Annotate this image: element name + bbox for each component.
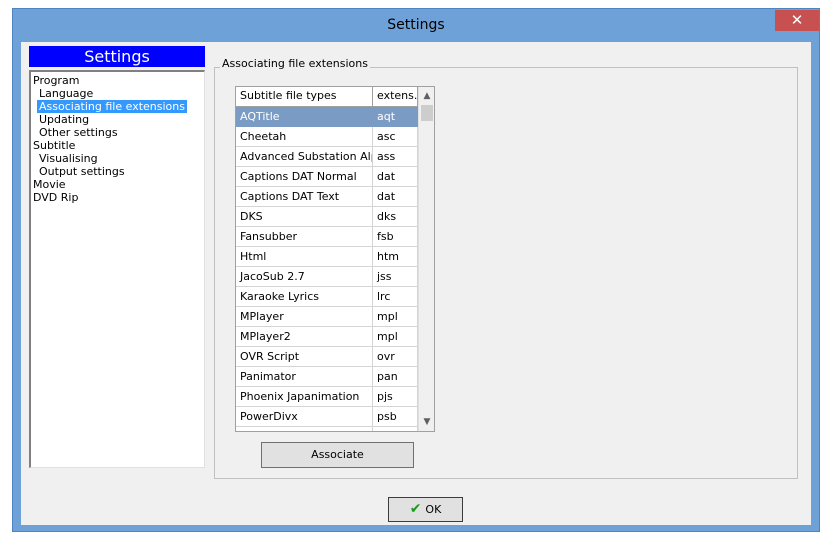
associate-button[interactable]: Associate <box>261 442 414 468</box>
check-icon: ✔ <box>409 501 422 517</box>
table-row[interactable]: Html htm <box>236 247 418 267</box>
extension-cell: fsb <box>373 227 418 247</box>
extension-cell: ass <box>373 147 418 167</box>
table-row[interactable]: OVR Script ovr <box>236 347 418 367</box>
tree-item[interactable]: Output settings <box>37 165 127 178</box>
scroll-thumb[interactable] <box>421 105 433 121</box>
file-type-cell: Advanced Substation Alpha <box>236 147 373 167</box>
table-row[interactable]: JacoSub 2.7 jss <box>236 267 418 287</box>
extension-cell: asc <box>373 127 418 147</box>
file-type-cell: Fansubber <box>236 227 373 247</box>
title-bar[interactable]: Settings ✕ <box>13 9 819 42</box>
file-type-cell: JacoSub 2.7 <box>236 267 373 287</box>
extension-cell: dat <box>373 187 418 207</box>
dialog-client-area: Settings Program Language Associating file… <box>21 42 811 525</box>
grid-header: Subtitle file types extens. <box>236 87 418 107</box>
table-row[interactable]: PowerDivx psb <box>236 407 418 427</box>
tree-item[interactable]: Movie <box>31 178 68 191</box>
extension-cell: psb <box>373 407 418 427</box>
extension-cell: htm <box>373 247 418 267</box>
file-type-cell: Html <box>236 247 373 267</box>
tree-item[interactable]: DVD Rip <box>31 191 80 204</box>
close-icon: ✕ <box>790 11 804 29</box>
table-row[interactable]: Fansubber fsb <box>236 227 418 247</box>
table-row[interactable]: MPlayer2 mpl <box>236 327 418 347</box>
table-row[interactable]: Captions DAT Normal dat <box>236 167 418 187</box>
extension-cell: ovr <box>373 347 418 367</box>
file-type-cell: RealTime <box>236 427 373 431</box>
table-row[interactable]: Panimator pan <box>236 367 418 387</box>
extension-cell: dat <box>373 167 418 187</box>
extension-cell: pan <box>373 367 418 387</box>
file-type-cell: Captions DAT Normal <box>236 167 373 187</box>
table-row[interactable]: Cheetah asc <box>236 127 418 147</box>
file-type-cell: Karaoke Lyrics <box>236 287 373 307</box>
file-type-cell: MPlayer <box>236 307 373 327</box>
table-row[interactable]: Advanced Substation Alphaass <box>236 147 418 167</box>
tree-item[interactable]: Program <box>31 74 81 87</box>
file-type-cell: DKS <box>236 207 373 227</box>
close-button[interactable]: ✕ <box>775 10 819 31</box>
extension-cell: lrc <box>373 287 418 307</box>
extension-cell: mpl <box>373 307 418 327</box>
tree-item[interactable]: Updating <box>37 113 91 126</box>
file-type-cell: Captions DAT Text <box>236 187 373 207</box>
file-type-cell: AQTitle <box>236 107 373 127</box>
column-header-extension[interactable]: extens. <box>373 87 418 107</box>
table-row[interactable]: Karaoke Lyrics lrc <box>236 287 418 307</box>
table-row[interactable]: RealTimert <box>236 427 418 431</box>
ok-button-label: OK <box>425 503 442 516</box>
tree-item[interactable]: Other settings <box>37 126 120 139</box>
table-row[interactable]: MPlayer mpl <box>236 307 418 327</box>
extension-cell: dks <box>373 207 418 227</box>
scroll-down-icon[interactable]: ▼ <box>419 414 434 430</box>
vertical-scrollbar[interactable]: ▲ ▼ <box>418 87 434 431</box>
file-type-cell: Phoenix Japanimation <box>236 387 373 407</box>
extension-cell: mpl <box>373 327 418 347</box>
extension-cell: aqt <box>373 107 418 127</box>
file-type-cell: MPlayer2 <box>236 327 373 347</box>
settings-window: Settings ✕ Settings Program Language Assoc… <box>12 8 820 532</box>
tree-item[interactable]: Subtitle <box>31 139 77 152</box>
ok-button[interactable]: ✔ OK <box>388 497 463 522</box>
file-type-cell: PowerDivx <box>236 407 373 427</box>
tree-item[interactable]: Visualising <box>37 152 100 165</box>
file-types-grid[interactable]: Subtitle file types extens. AQTitle aqt Ch… <box>235 86 435 432</box>
settings-tree[interactable]: Program Language Associating file extensio… <box>29 70 205 468</box>
grid-rows: AQTitle aqt Cheetah asc Advanced Substation … <box>236 107 418 431</box>
scroll-up-icon[interactable]: ▲ <box>419 88 434 104</box>
table-row[interactable]: Captions DAT Text dat <box>236 187 418 207</box>
column-header-file-types[interactable]: Subtitle file types <box>236 87 373 107</box>
group-label: Associating file extensions <box>220 57 370 70</box>
file-type-cell: OVR Script <box>236 347 373 367</box>
sidebar-header: Settings <box>29 46 205 67</box>
table-row[interactable]: AQTitle aqt <box>236 107 418 127</box>
tree-item[interactable]: Associating file extensions <box>37 100 187 113</box>
window-title: Settings <box>387 17 445 33</box>
file-type-cell: Cheetah <box>236 127 373 147</box>
extension-cell: pjs <box>373 387 418 407</box>
table-row[interactable]: Phoenix Japanimation pjs <box>236 387 418 407</box>
extension-cell: jss <box>373 267 418 287</box>
extension-cell: rt <box>373 427 418 431</box>
table-row[interactable]: DKS dks <box>236 207 418 227</box>
file-type-cell: Panimator <box>236 367 373 387</box>
tree-item[interactable]: Language <box>37 87 95 100</box>
